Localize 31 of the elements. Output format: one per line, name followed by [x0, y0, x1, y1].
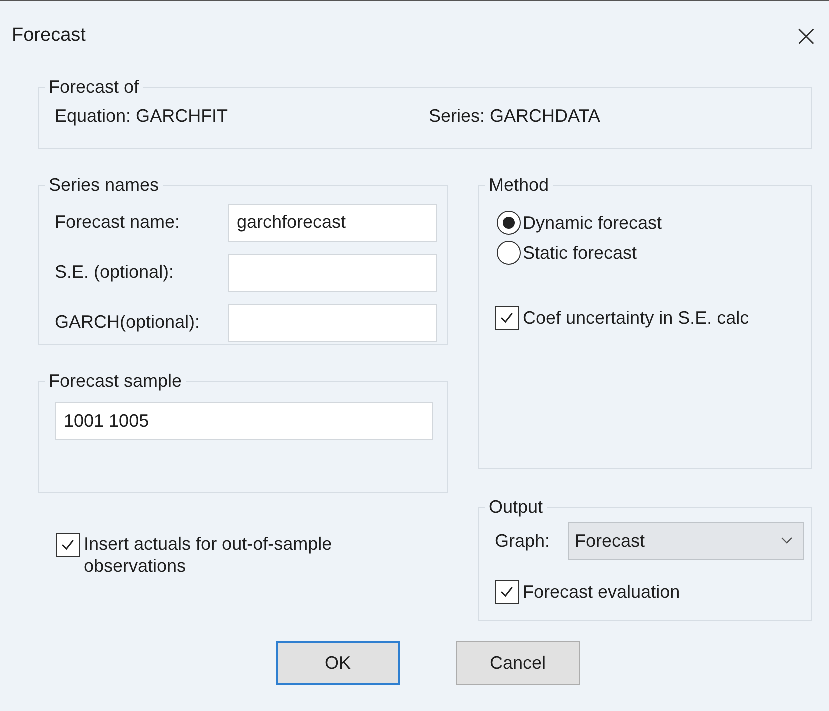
checkbox[interactable]	[495, 306, 519, 330]
graph-label: Graph:	[495, 530, 550, 552]
input-field[interactable]	[228, 254, 437, 292]
cancel-button[interactable]: Cancel	[456, 641, 580, 685]
ok-button[interactable]: OK	[276, 641, 400, 685]
checkbox-label: Insert actuals for out-of-sample observations	[84, 533, 334, 577]
input-field[interactable]: garchforecast	[228, 204, 437, 242]
field-label: Forecast name:	[55, 212, 180, 233]
group-title: Forecast of	[48, 77, 140, 98]
field-label: GARCH(optional):	[55, 312, 200, 333]
radio-button[interactable]	[497, 241, 521, 265]
caret-icon	[781, 537, 794, 545]
radio-label: Dynamic forecast	[523, 212, 662, 234]
equation-label: Equation: GARCHFIT	[55, 106, 230, 127]
close-button[interactable]: ×	[790, 25, 823, 49]
checkbox-label: Forecast evaluation	[523, 582, 680, 602]
series-label: Series: GARCHDATA	[429, 106, 600, 127]
group-title: Series names	[48, 175, 160, 196]
group-title: Output	[488, 497, 544, 518]
radio-button[interactable]	[497, 211, 521, 235]
group-title: Forecast sample	[48, 371, 184, 392]
checkbox[interactable]	[56, 533, 80, 557]
radio-label: Static forecast	[523, 242, 638, 264]
input-field[interactable]	[228, 304, 437, 342]
checkbox-label: Coef uncertainty in S.E. calc	[523, 308, 750, 328]
window-title: Forecast	[12, 25, 86, 47]
group-title: Method	[488, 175, 550, 196]
checkbox[interactable]	[495, 580, 519, 604]
graph-dropdown[interactable]: Forecast	[568, 522, 804, 560]
field-label: S.E. (optional):	[55, 262, 174, 283]
sample-field[interactable]: 1001 1005	[55, 402, 433, 440]
